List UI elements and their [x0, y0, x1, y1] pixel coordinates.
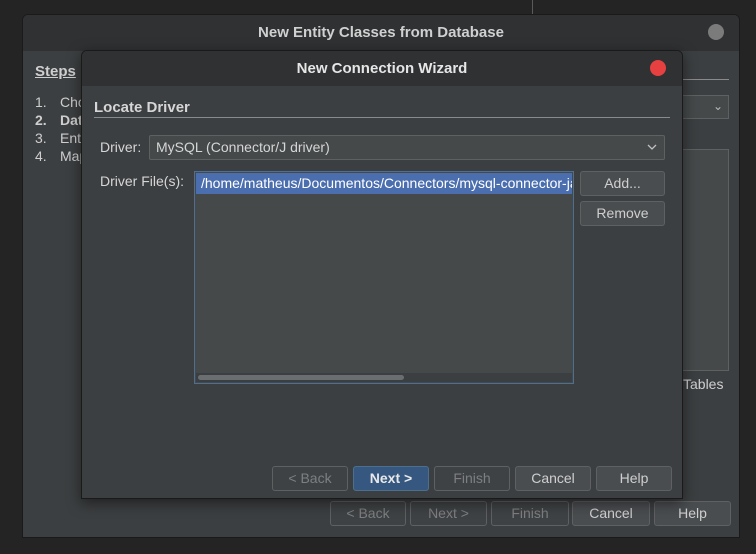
- section-divider: [94, 117, 670, 118]
- step-item: 4. Map: [35, 148, 88, 164]
- back-button[interactable]: < Back: [330, 501, 406, 526]
- section-title: Locate Driver: [94, 99, 190, 116]
- entity-classes-titlebar[interactable]: New Entity Classes from Database: [23, 15, 739, 51]
- driver-select[interactable]: MySQL (Connector/J driver): [149, 135, 665, 160]
- help-button[interactable]: Help: [654, 501, 731, 526]
- available-tables-list[interactable]: [683, 149, 729, 371]
- help-button[interactable]: Help: [596, 466, 672, 491]
- next-button[interactable]: Next >: [353, 466, 429, 491]
- wizard-titlebar[interactable]: New Connection Wizard: [82, 51, 682, 86]
- scrollbar-thumb[interactable]: [198, 375, 404, 380]
- horizontal-scrollbar[interactable]: [196, 373, 572, 382]
- list-item[interactable]: /home/matheus/Documentos/Connectors/mysq…: [196, 173, 572, 194]
- next-button[interactable]: Next >: [410, 501, 487, 526]
- chevron-down-icon: [647, 144, 657, 150]
- dialog-title: New Entity Classes from Database: [258, 24, 504, 41]
- cancel-button[interactable]: Cancel: [572, 501, 650, 526]
- step-item: 3. Ent: [35, 130, 82, 146]
- connection-combo[interactable]: ⌄: [683, 95, 729, 119]
- cancel-button[interactable]: Cancel: [515, 466, 591, 491]
- steps-title: Steps: [35, 63, 76, 80]
- wizard-title: New Connection Wizard: [296, 60, 468, 77]
- driver-files-list[interactable]: /home/matheus/Documentos/Connectors/mysq…: [194, 171, 574, 384]
- close-icon[interactable]: [650, 60, 666, 76]
- driver-select-value: MySQL (Connector/J driver): [156, 139, 330, 155]
- remove-button[interactable]: Remove: [580, 201, 665, 226]
- tables-label: Tables: [683, 376, 724, 392]
- driver-label: Driver:: [100, 139, 142, 155]
- add-button[interactable]: Add...: [580, 171, 665, 196]
- chevron-down-icon: ⌄: [712, 99, 723, 113]
- new-connection-wizard: New Connection Wizard Locate Driver Driv…: [81, 50, 683, 499]
- step-item: 1. Cho: [35, 94, 86, 110]
- close-icon[interactable]: [708, 24, 724, 40]
- driver-files-label: Driver File(s):: [100, 173, 184, 189]
- background-divider: [532, 0, 533, 14]
- step-item-active: 2. Dat: [35, 112, 83, 128]
- section-divider: [683, 79, 729, 80]
- finish-button[interactable]: Finish: [434, 466, 510, 491]
- back-button[interactable]: < Back: [272, 466, 348, 491]
- finish-button[interactable]: Finish: [491, 501, 569, 526]
